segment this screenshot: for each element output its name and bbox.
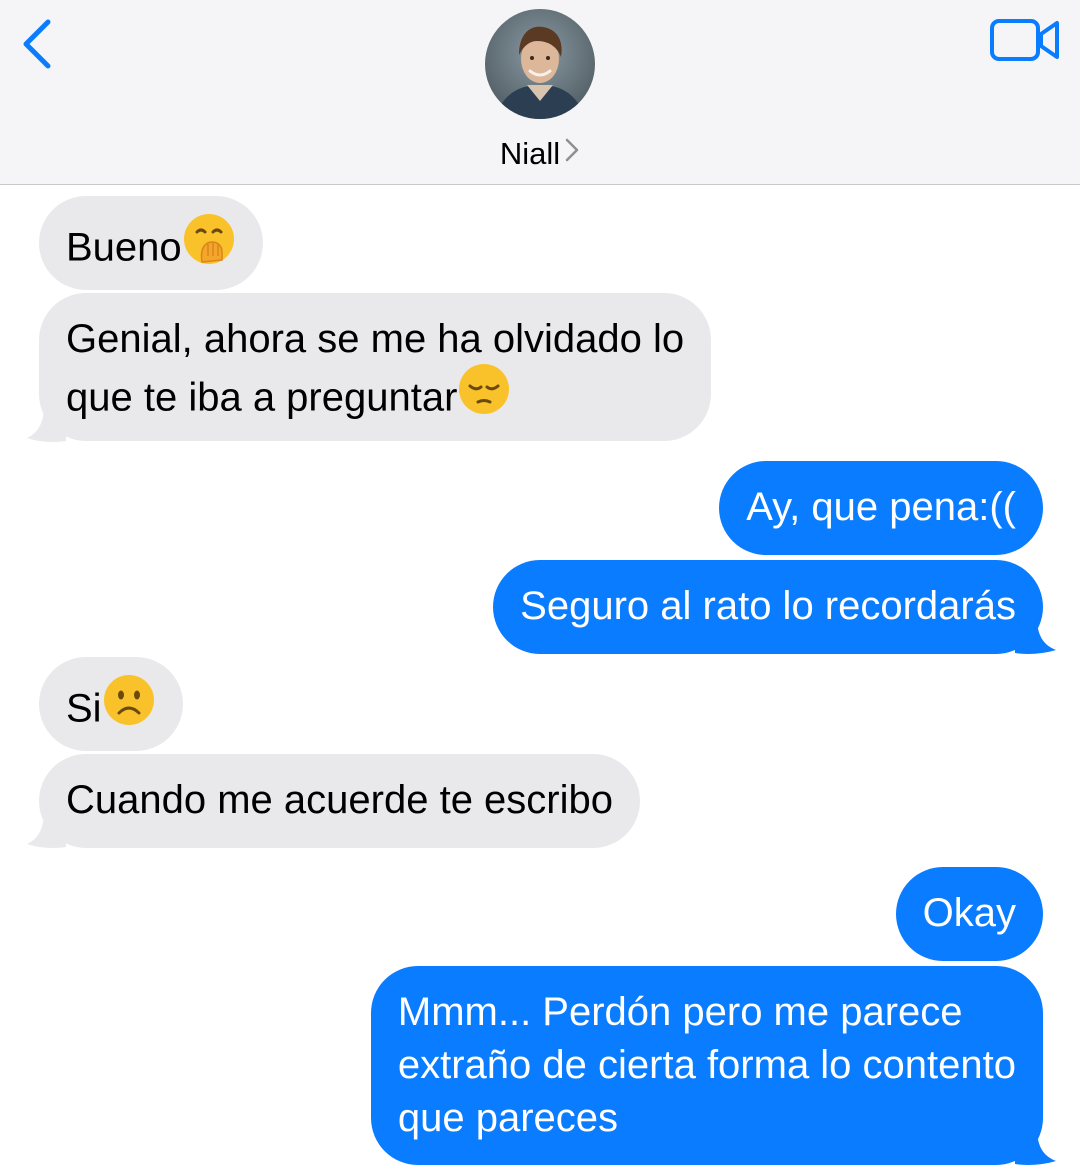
message-line: que pareces	[397, 1096, 619, 1140]
incoming-bubble-tail	[27, 811, 66, 848]
conversation-header: Niall	[0, 0, 1080, 185]
message-text: Si	[66, 686, 102, 731]
message-text: Okay	[922, 891, 1016, 935]
outgoing-message-bubble[interactable]: Seguro al rato lo recordarás	[493, 560, 1043, 654]
outgoing-message-bubble[interactable]: Ay, que pena:((	[719, 461, 1043, 555]
incoming-message-bubble[interactable]: Bueno	[39, 196, 263, 290]
chevron-left-icon	[23, 19, 51, 69]
back-button[interactable]	[16, 14, 66, 74]
outgoing-message-bubble[interactable]: Okay	[895, 867, 1043, 961]
outgoing-bubble-tail	[1015, 1128, 1056, 1165]
message-text: Ay, que pena:((	[746, 485, 1016, 529]
contact-name: Niall	[499, 136, 561, 171]
facetime-video-button[interactable]	[989, 16, 1061, 66]
outgoing-bubble-tail	[1015, 617, 1056, 654]
message-text: Seguro al rato lo recordarás	[520, 584, 1016, 628]
chevron-right-icon	[564, 133, 580, 173]
pensive-face-icon	[457, 362, 511, 430]
incoming-message-bubble[interactable]: Cuando me acuerde te escribo	[39, 754, 640, 848]
message-line: Genial, ahora se me ha olvidado lo	[66, 317, 685, 361]
incoming-message-bubble[interactable]: Genial, ahora se me ha olvidado lo que t…	[39, 293, 712, 441]
message-line: que te iba a preguntar	[66, 375, 458, 420]
incoming-bubble-tail	[27, 405, 66, 442]
incoming-message-bubble[interactable]: Si	[39, 657, 183, 751]
contact-name-button[interactable]: Niall	[0, 134, 1080, 174]
message-line: Mmm... Perdón pero me parece	[397, 990, 963, 1034]
frowning-face-icon	[102, 673, 156, 741]
outgoing-message-bubble[interactable]: Mmm... Perdón pero me parece extraño de …	[370, 966, 1043, 1165]
message-line: extraño de cierta forma lo contento	[397, 1043, 1016, 1087]
message-text: Bueno	[66, 225, 182, 270]
face-with-hand-over-mouth-icon	[182, 212, 236, 280]
message-text: Cuando me acuerde te escribo	[66, 778, 613, 822]
contact-avatar[interactable]	[485, 9, 595, 119]
video-camera-icon	[990, 19, 1059, 61]
